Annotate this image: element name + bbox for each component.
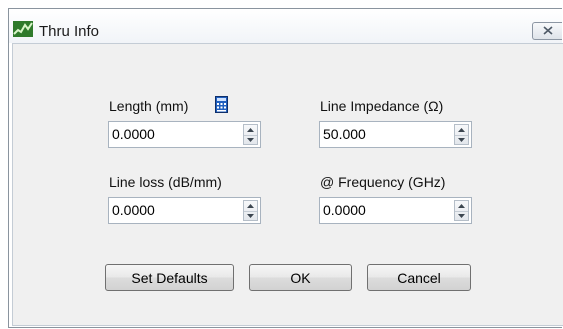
impedance-label: Line Impedance (Ω) xyxy=(320,98,444,114)
impedance-input[interactable]: 50.000 xyxy=(319,121,472,148)
calculator-icon[interactable] xyxy=(215,96,228,113)
arrow-down-icon[interactable] xyxy=(244,135,257,145)
arrow-down-icon[interactable] xyxy=(455,135,468,145)
loss-spinner[interactable] xyxy=(243,200,258,221)
network-analyzer-icon xyxy=(13,21,33,37)
impedance-value[interactable]: 50.000 xyxy=(323,126,366,142)
arrow-down-icon[interactable] xyxy=(455,211,468,221)
frequency-input[interactable]: 0.0000 xyxy=(319,197,472,224)
frequency-spinner[interactable] xyxy=(454,200,469,221)
impedance-spinner[interactable] xyxy=(454,124,469,145)
length-value[interactable]: 0.0000 xyxy=(112,126,155,142)
length-spinner[interactable] xyxy=(243,124,258,145)
thru-info-dialog: Thru Info Length (mm) 0.0000 Line Impeda… xyxy=(8,8,563,328)
length-input[interactable]: 0.0000 xyxy=(108,121,261,148)
length-label: Length (mm) xyxy=(109,98,189,114)
close-button[interactable] xyxy=(532,22,562,40)
frequency-label: @ Frequency (GHz) xyxy=(320,174,446,190)
cancel-button[interactable]: Cancel xyxy=(367,264,471,291)
arrow-down-icon[interactable] xyxy=(244,211,257,221)
window-title: Thru Info xyxy=(39,23,100,40)
loss-label: Line loss (dB/mm) xyxy=(109,174,222,190)
set-defaults-button[interactable]: Set Defaults xyxy=(105,264,234,291)
loss-input[interactable]: 0.0000 xyxy=(108,197,261,224)
dialog-body: Length (mm) 0.0000 Line Impedance (Ω) 50… xyxy=(12,43,563,326)
title-bar[interactable]: Thru Info xyxy=(9,9,562,43)
loss-value[interactable]: 0.0000 xyxy=(112,202,155,218)
ok-button[interactable]: OK xyxy=(249,264,352,291)
frequency-value[interactable]: 0.0000 xyxy=(323,202,366,218)
close-icon xyxy=(542,22,553,40)
